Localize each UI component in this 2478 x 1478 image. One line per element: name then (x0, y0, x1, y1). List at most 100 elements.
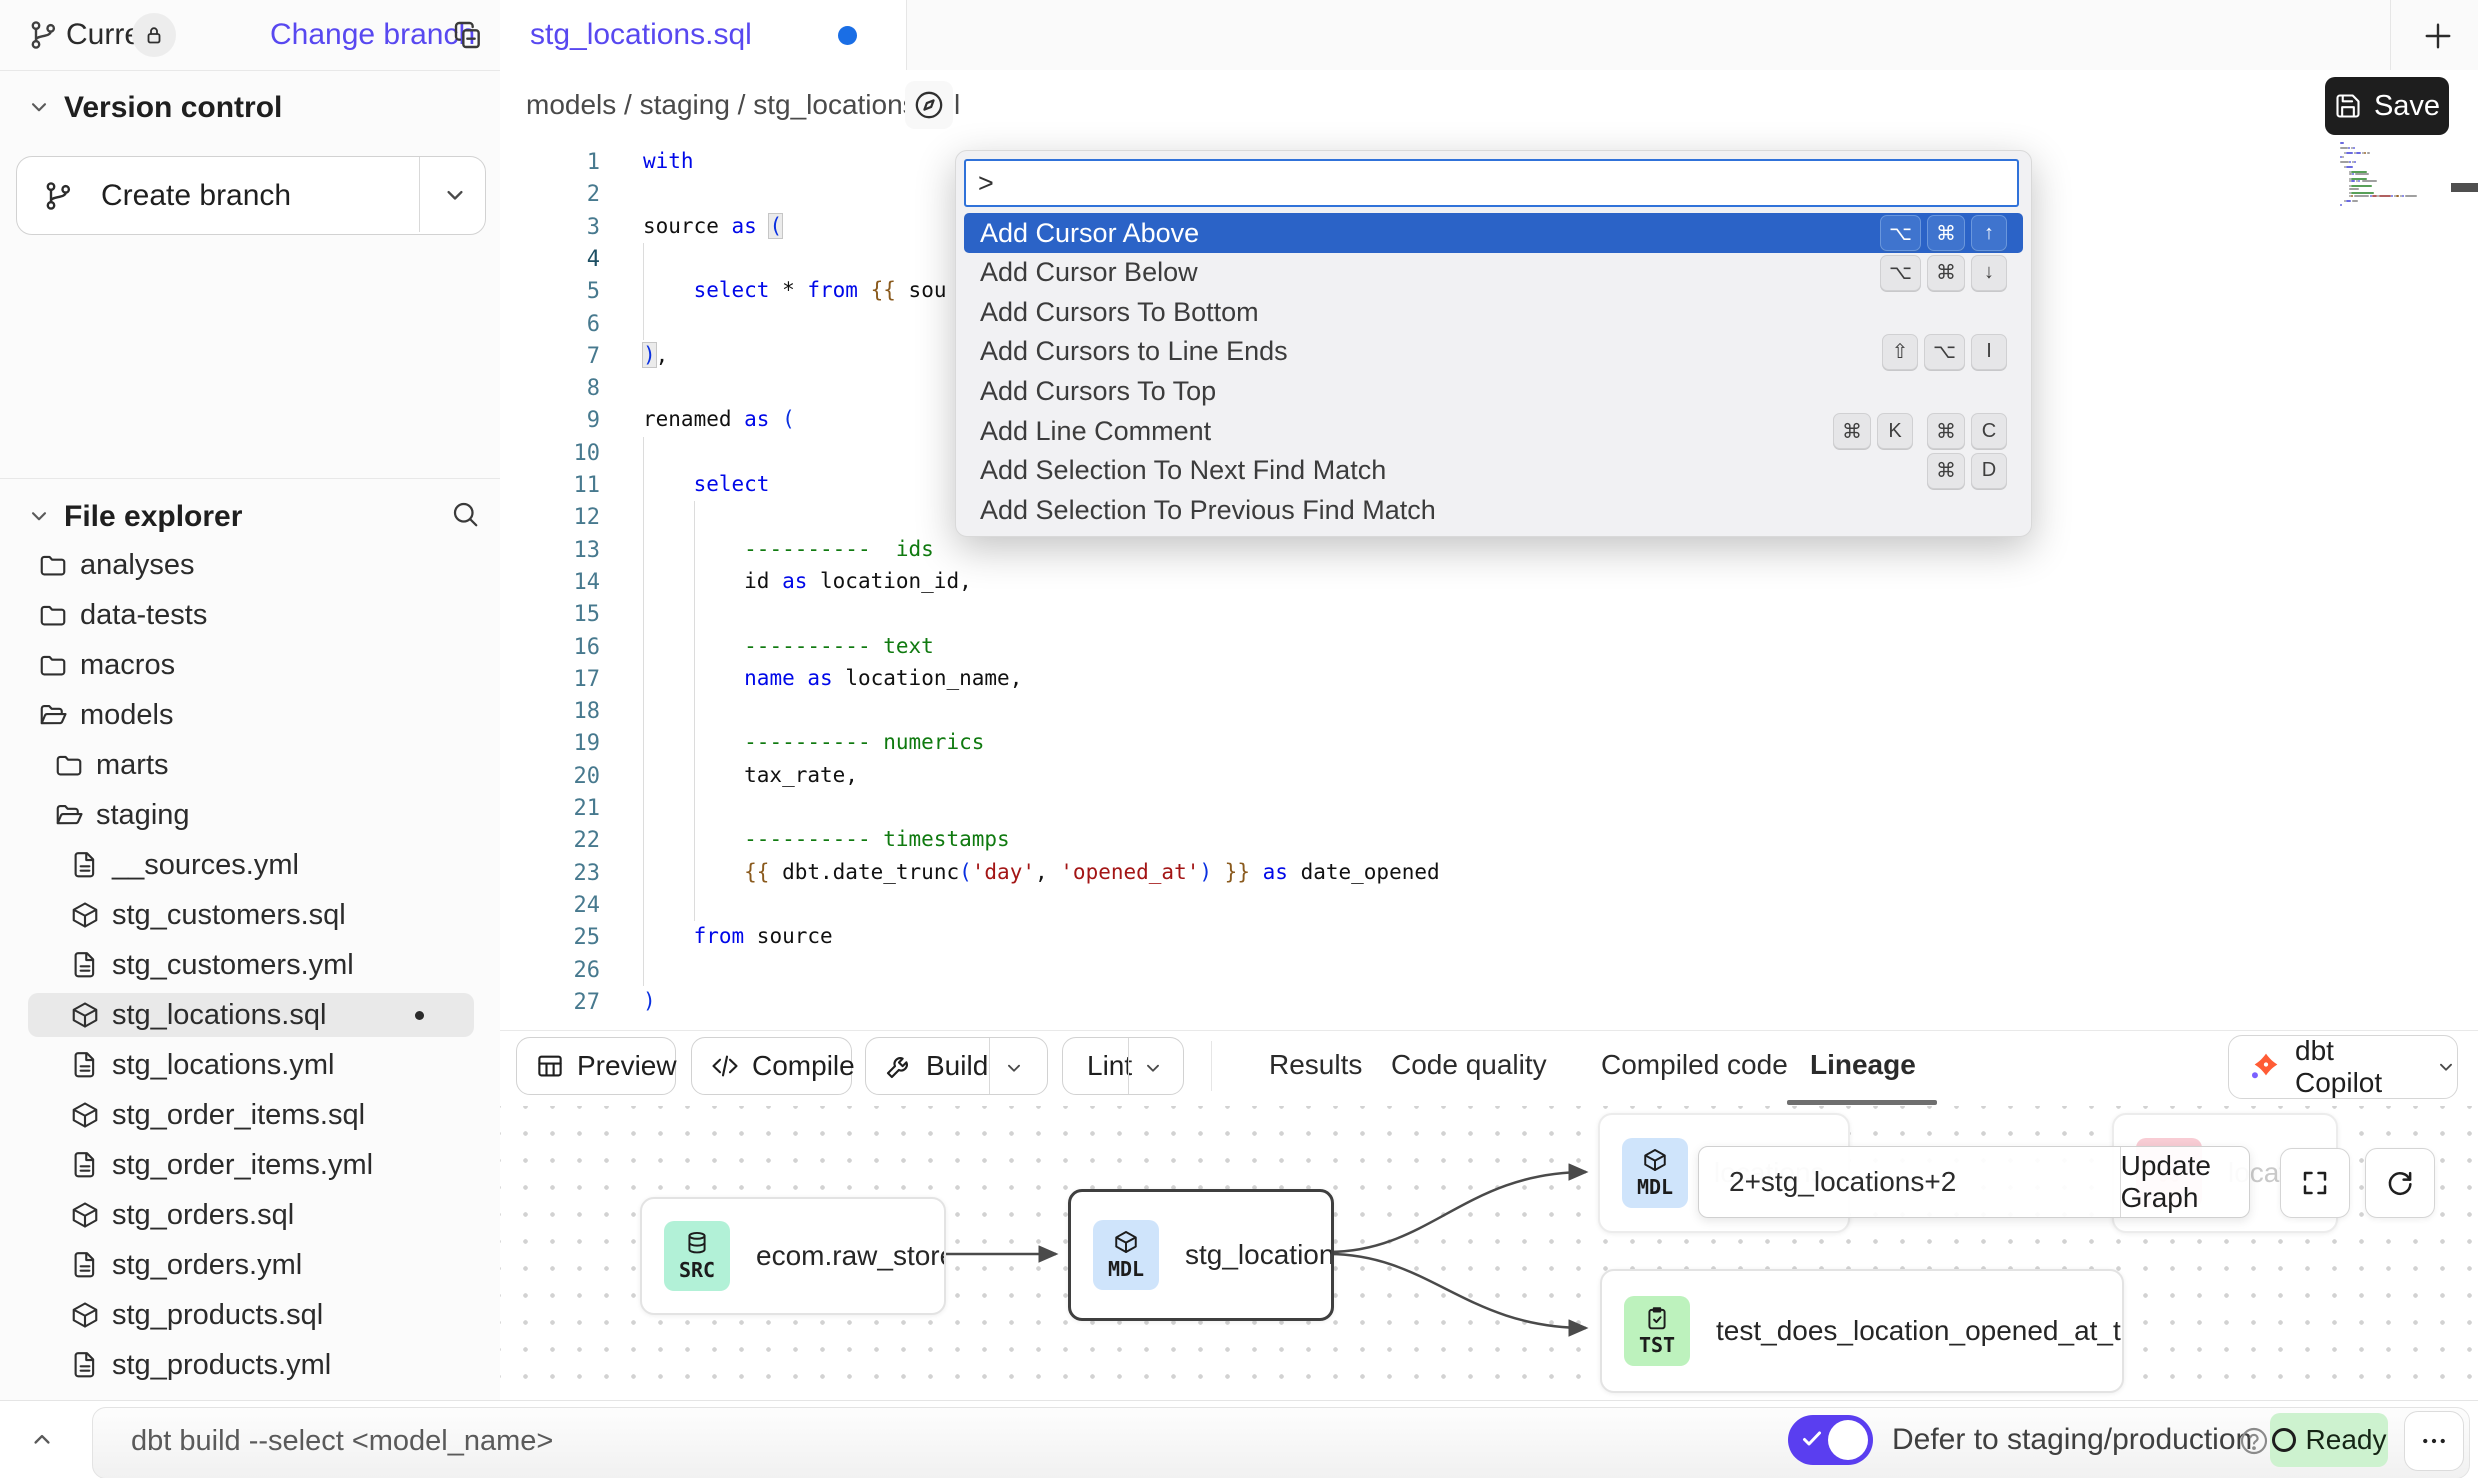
command-item-add-cursors-to-top[interactable]: Add Cursors To Top (964, 371, 2023, 411)
file-row--sources-yml[interactable]: __sources.yml (0, 840, 500, 890)
defer-toggle[interactable] (1788, 1415, 1873, 1465)
lineage-panel: SRCecom.raw_storesMDLstg_locationsMDLloc… (500, 1106, 2478, 1400)
help-icon[interactable] (2238, 1425, 2270, 1457)
file-tree: analysesdata-testsmacros models martsstagi… (0, 540, 500, 1400)
keycap: ⌘ (1927, 453, 1965, 489)
update-graph-button[interactable]: Update Graph (2121, 1147, 2249, 1217)
file-row-stg-products-yml[interactable]: stg_products.yml (0, 1340, 500, 1390)
file-row-stg-customers-sql[interactable]: stg_customers.sql (0, 890, 500, 940)
code-token: as (744, 407, 769, 431)
refresh-button[interactable] (2365, 1148, 2435, 1218)
file-row-stg-orders-yml[interactable]: stg_orders.yml (0, 1240, 500, 1290)
folder-open-icon (54, 800, 84, 830)
node-badge: TST (1624, 1296, 1690, 1366)
file-row-stg-locations-sql[interactable]: stg_locations.sql (0, 990, 500, 1040)
file-name: models (80, 699, 174, 732)
version-control-section-header[interactable]: Version control (0, 70, 500, 148)
navigate-button[interactable] (905, 81, 953, 129)
code-token: renamed (643, 407, 744, 431)
change-branch-link[interactable]: Change branch (270, 18, 475, 52)
keycap: ⌘ (1927, 215, 1965, 251)
split-divider (989, 1038, 990, 1094)
tab-lineage[interactable]: Lineage (1810, 1049, 1916, 1081)
command-item-add-cursor-above[interactable]: Add Cursor Above⌥⌘↑ (964, 213, 2023, 253)
file-row-stg-orders-sql[interactable]: stg_orders.sql (0, 1190, 500, 1240)
file-row-staging[interactable]: staging (0, 790, 500, 840)
lint-button[interactable]: Lint (1062, 1037, 1184, 1095)
folder-icon (38, 550, 68, 580)
minimap-slider[interactable] (2451, 183, 2478, 192)
file-row-analyses[interactable]: analyses (0, 540, 500, 590)
file-row-macros[interactable]: macros (0, 640, 500, 690)
file-row-stg-products-sql[interactable]: stg_products.sql (0, 1290, 500, 1340)
file-name: stg_order_items.sql (112, 1099, 365, 1132)
copy-icon[interactable] (452, 19, 484, 51)
preview-button[interactable]: Preview (516, 1037, 676, 1095)
editor-minimap[interactable] (2340, 142, 2472, 212)
plus-icon (2420, 18, 2456, 54)
code-token: select (694, 278, 770, 302)
command-item-add-cursors-to-bottom[interactable]: Add Cursors To Bottom (964, 292, 2023, 332)
minimap-line (2364, 152, 2366, 154)
command-item-add-cursors-to-line-ends[interactable]: Add Cursors to Line Ends⇧⌥I (964, 332, 2023, 372)
command-item-add-selection-to-next-find-match[interactable]: Add Selection To Next Find Match⌘D (964, 451, 2023, 491)
status-badge[interactable]: Ready (2270, 1413, 2388, 1467)
file-row-stg-customers-yml[interactable]: stg_customers.yml (0, 940, 500, 990)
chevron-down-icon[interactable] (441, 181, 469, 209)
ready-label: Ready (2306, 1424, 2387, 1456)
chevron-up-icon[interactable] (28, 1425, 56, 1453)
file-name: stg_orders.yml (112, 1249, 302, 1282)
tab-stg-locations[interactable]: stg_locations.sql (500, 0, 907, 70)
new-tab-button[interactable] (2418, 16, 2458, 56)
minimap-line (2351, 185, 2372, 187)
file-row-marts[interactable]: marts (0, 740, 500, 790)
line-number: 7 (500, 344, 600, 369)
tab-code-quality[interactable]: Code quality (1391, 1049, 1547, 1081)
split-divider (1128, 1038, 1129, 1094)
dbt-copilot-button[interactable]: dbt Copilot (2228, 1035, 2458, 1099)
command-label: Add Selection To All Find Matches (980, 534, 2007, 537)
save-button[interactable]: Save (2325, 77, 2449, 135)
command-item-add-line-comment[interactable]: Add Line Comment⌘K⌘C (964, 411, 2023, 451)
minimap-line (2340, 142, 2344, 144)
file-row-models[interactable]: models (0, 690, 500, 740)
code-token: 'opened_at' (1060, 860, 1199, 884)
line-number: 8 (500, 376, 600, 401)
chevron-down-icon (26, 503, 52, 529)
file-row-data-tests[interactable]: data-tests (0, 590, 500, 640)
keycap: ⌘ (1927, 255, 1965, 291)
minimap-line (2349, 161, 2351, 163)
code-token: select (694, 472, 770, 496)
file-row-stg-order-items-yml[interactable]: stg_order_items.yml (0, 1140, 500, 1190)
search-icon[interactable] (450, 499, 480, 529)
file-name: stg_customers.sql (112, 899, 346, 932)
lineage-node-stg-locations[interactable]: MDLstg_locations (1068, 1189, 1334, 1321)
compass-icon (912, 88, 946, 122)
cube-icon (70, 900, 100, 930)
command-item-add-selection-to-all-find-matches[interactable]: Add Selection To All Find Matches (964, 530, 2023, 537)
command-item-add-cursor-below[interactable]: Add Cursor Below⌥⌘↓ (964, 253, 2023, 293)
minimap-line (2340, 147, 2348, 149)
file-explorer-section-header[interactable]: File explorer (0, 478, 500, 549)
cube-icon (1113, 1229, 1139, 1255)
chevron-down-icon[interactable] (1003, 1057, 1025, 1079)
command-item-add-selection-to-previous-find-match[interactable]: Add Selection To Previous Find Match (964, 490, 2023, 530)
lineage-node-raw-stores[interactable]: SRCecom.raw_stores (640, 1197, 946, 1315)
command-label: Add Cursors To Top (980, 376, 2007, 407)
tab-compiled-code[interactable]: Compiled code (1601, 1049, 1788, 1081)
lineage-node-test-node[interactable]: TSTtest_does_location_opened_at_trunc_t.… (1600, 1269, 2124, 1393)
code-token: , (1035, 860, 1060, 884)
tab-results[interactable]: Results (1269, 1049, 1362, 1081)
command-palette-input[interactable] (964, 159, 2019, 207)
more-options-button[interactable] (2404, 1411, 2464, 1471)
file-row-stg-order-items-sql[interactable]: stg_order_items.sql (0, 1090, 500, 1140)
code-token: ---------- numerics (744, 730, 984, 754)
code-line: with (643, 149, 694, 173)
create-branch-button[interactable]: Create branch (16, 156, 486, 235)
lineage-selector-input[interactable] (1699, 1147, 2120, 1217)
fullscreen-button[interactable] (2280, 1148, 2350, 1218)
build-button[interactable]: Build (865, 1037, 1048, 1095)
file-row-stg-locations-yml[interactable]: stg_locations.yml (0, 1040, 500, 1090)
chevron-down-icon[interactable] (1142, 1057, 1164, 1079)
compile-button[interactable]: Compile (691, 1037, 852, 1095)
